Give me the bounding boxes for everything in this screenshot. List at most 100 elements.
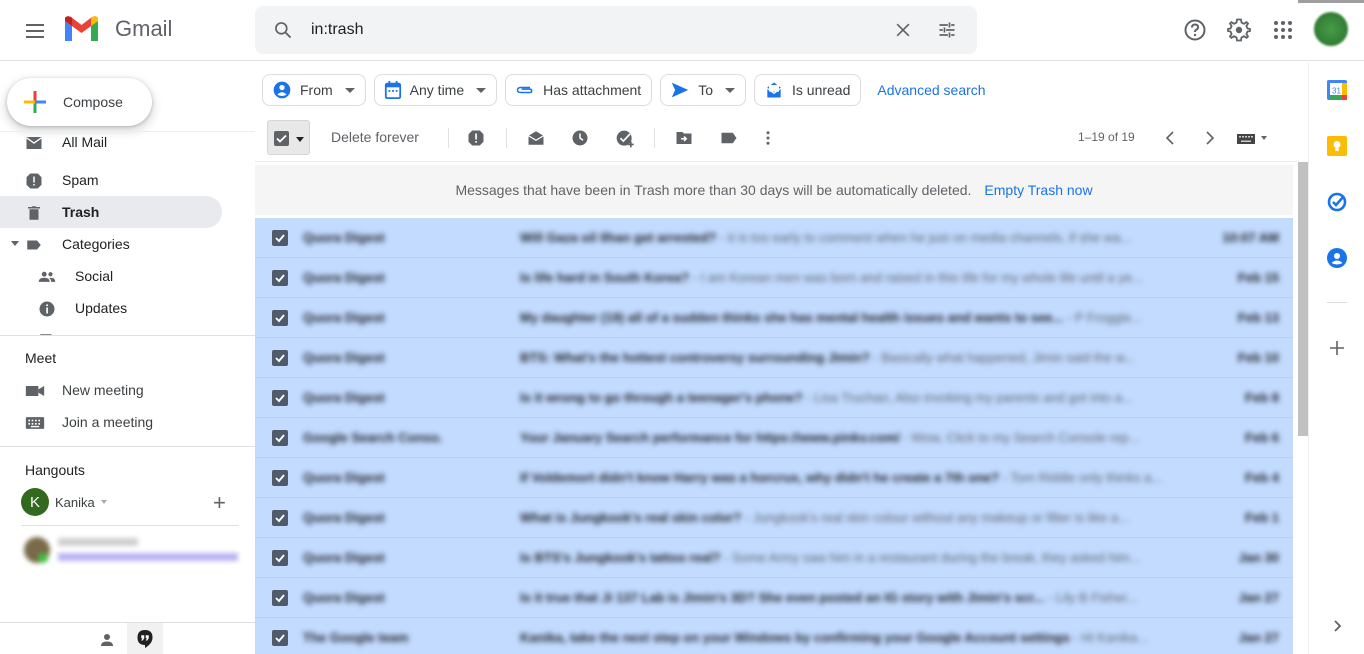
email-row[interactable]: Quora Digest BTS: What's the hottest cont… bbox=[255, 338, 1293, 378]
join-meeting-button[interactable]: Join a meeting bbox=[0, 408, 255, 438]
scrollbar-thumb[interactable] bbox=[1298, 162, 1308, 436]
email-subject: BTS: What's the hottest controversy surr… bbox=[520, 350, 874, 365]
divider bbox=[21, 525, 239, 526]
sidebar-nav: All Mail Spam Trash Categories Social Up… bbox=[0, 131, 255, 335]
checkmark-icon bbox=[275, 594, 285, 603]
empty-trash-now-link[interactable]: Empty Trash now bbox=[984, 182, 1092, 198]
email-row[interactable]: Quora Digest Is BTS's Jungkook's tattoo r… bbox=[255, 538, 1293, 578]
search-input[interactable] bbox=[311, 18, 871, 42]
email-row[interactable]: Quora Digest My daughter (19) all of a su… bbox=[255, 298, 1293, 338]
search-options-icon[interactable] bbox=[937, 20, 957, 40]
email-subject: Is it true that Ji 137 Lab is Jimin's 3D… bbox=[520, 590, 1048, 605]
select-all-checkbox[interactable] bbox=[267, 120, 310, 155]
main-menu-button[interactable] bbox=[20, 16, 50, 46]
expand-caret-icon[interactable] bbox=[11, 241, 19, 246]
google-tasks-icon[interactable] bbox=[1327, 192, 1347, 212]
sidebar-item-forums[interactable]: Forums bbox=[0, 324, 222, 335]
has-attachment-filter-chip[interactable]: Has attachment bbox=[505, 74, 653, 106]
row-checkbox[interactable] bbox=[272, 390, 288, 406]
row-checkbox[interactable] bbox=[272, 470, 288, 486]
sidebar-item-categories[interactable]: Categories bbox=[0, 228, 222, 260]
account-avatar[interactable] bbox=[1314, 12, 1348, 46]
to-filter-chip[interactable]: To bbox=[660, 74, 746, 106]
delete-forever-button[interactable]: Delete forever bbox=[331, 129, 419, 145]
email-row[interactable]: The Google team Kanika, take the next ste… bbox=[255, 618, 1293, 654]
email-sender: Quora Digest bbox=[303, 390, 385, 405]
checkmark-icon bbox=[275, 474, 285, 483]
clear-search-icon[interactable] bbox=[893, 20, 913, 40]
email-row[interactable]: Quora Digest Is life hard in South Korea?… bbox=[255, 258, 1293, 298]
row-checkbox[interactable] bbox=[272, 310, 288, 326]
move-to-folder-icon[interactable] bbox=[675, 129, 693, 147]
email-subject: Is life hard in South Korea? bbox=[520, 270, 693, 285]
gmail-logo[interactable]: Gmail bbox=[63, 15, 172, 43]
label-icon[interactable] bbox=[719, 129, 739, 147]
email-date: Feb 10 bbox=[1237, 350, 1279, 365]
email-row[interactable]: Google Search Conso. Your January Search … bbox=[255, 418, 1293, 458]
row-checkbox[interactable] bbox=[272, 510, 288, 526]
email-snippet: - Wow, Click to my Search Console rep... bbox=[903, 430, 1140, 445]
is-unread-filter-chip[interactable]: Is unread bbox=[754, 74, 862, 106]
google-contacts-icon[interactable] bbox=[1327, 248, 1347, 268]
calendar-icon bbox=[384, 81, 401, 99]
row-checkbox[interactable] bbox=[272, 430, 288, 446]
divider bbox=[0, 335, 255, 336]
settings-gear-icon[interactable] bbox=[1227, 18, 1251, 42]
email-date: Feb 13 bbox=[1237, 310, 1279, 325]
from-filter-chip[interactable]: From bbox=[262, 74, 366, 106]
email-snippet: - Basically what happened, Jimin said th… bbox=[873, 350, 1135, 365]
row-checkbox[interactable] bbox=[272, 230, 288, 246]
new-conversation-plus-icon[interactable]: + bbox=[213, 492, 226, 514]
compose-plus-icon bbox=[24, 91, 46, 113]
add-to-tasks-icon[interactable] bbox=[615, 129, 635, 149]
sidebar-item-trash[interactable]: Trash bbox=[0, 196, 222, 228]
row-checkbox[interactable] bbox=[272, 590, 288, 606]
hangouts-user[interactable]: K Kanika bbox=[21, 488, 107, 516]
hangouts-user-name: Kanika bbox=[55, 494, 95, 510]
row-checkbox[interactable] bbox=[272, 350, 288, 366]
older-page-chevron-right-icon[interactable] bbox=[1203, 129, 1217, 147]
compose-button[interactable]: Compose bbox=[7, 78, 152, 126]
svg-text:31: 31 bbox=[1332, 87, 1341, 96]
google-calendar-icon[interactable]: 31 bbox=[1327, 80, 1347, 100]
email-row[interactable]: Quora Digest What is Jungkook's real skin… bbox=[255, 498, 1293, 538]
person-icon[interactable] bbox=[98, 631, 116, 649]
email-row[interactable]: Quora Digest Is it wrong to go through a … bbox=[255, 378, 1293, 418]
checkmark-icon bbox=[275, 394, 285, 403]
hide-side-panel-chevron-right-icon[interactable] bbox=[1327, 618, 1347, 634]
report-spam-icon[interactable] bbox=[467, 129, 485, 147]
email-sender: Quora Digest bbox=[303, 310, 385, 325]
sidebar-item-all-mail[interactable]: All Mail bbox=[0, 132, 222, 164]
email-sender: Quora Digest bbox=[303, 270, 385, 285]
email-row[interactable]: Quora Digest Will Gaza oil Ilhan get arre… bbox=[255, 218, 1293, 258]
email-row[interactable]: Quora Digest Is it true that Ji 137 Lab i… bbox=[255, 578, 1293, 618]
input-tools-button[interactable] bbox=[1237, 132, 1269, 150]
hangouts-tab[interactable] bbox=[127, 623, 163, 654]
mark-as-read-icon[interactable] bbox=[527, 129, 545, 147]
more-options-icon[interactable] bbox=[762, 129, 774, 147]
row-checkbox[interactable] bbox=[272, 630, 288, 646]
top-header: Gmail bbox=[0, 0, 1364, 61]
checkbox-checked-icon bbox=[274, 131, 289, 146]
apps-grid-icon[interactable] bbox=[1271, 18, 1295, 42]
google-keep-icon[interactable] bbox=[1327, 136, 1347, 156]
hangouts-contact-redacted[interactable] bbox=[20, 533, 245, 569]
any-time-filter-chip[interactable]: Any time bbox=[373, 74, 498, 106]
snooze-clock-icon[interactable] bbox=[571, 129, 589, 147]
search-icon[interactable] bbox=[273, 20, 293, 40]
divider bbox=[1327, 302, 1347, 303]
sidebar-item-updates[interactable]: Updates bbox=[0, 292, 222, 324]
newer-page-chevron-left-icon[interactable] bbox=[1163, 129, 1177, 147]
sidebar-item-spam[interactable]: Spam bbox=[0, 164, 222, 196]
help-icon[interactable] bbox=[1183, 18, 1207, 42]
row-checkbox[interactable] bbox=[272, 270, 288, 286]
email-snippet: - Lily B Fisher... bbox=[1047, 590, 1138, 605]
new-meeting-button[interactable]: New meeting bbox=[0, 376, 255, 406]
sidebar-item-social[interactable]: Social bbox=[0, 260, 222, 292]
row-checkbox[interactable] bbox=[272, 550, 288, 566]
advanced-search-link[interactable]: Advanced search bbox=[877, 82, 985, 98]
email-snippet: - Tom Riddle only thinks a... bbox=[1002, 470, 1163, 485]
email-row[interactable]: Quora Digest If Voldemort didn't know Har… bbox=[255, 458, 1293, 498]
get-addons-plus-icon[interactable] bbox=[1327, 338, 1347, 358]
email-snippet: - it is too early to comment when he jus… bbox=[719, 230, 1132, 245]
